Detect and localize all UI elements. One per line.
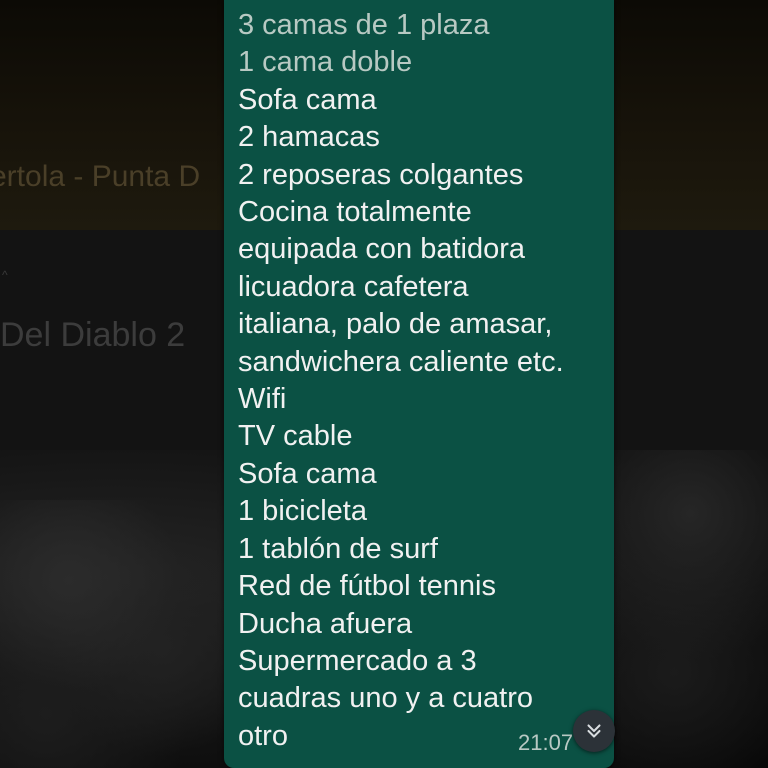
background-title: ertola - Punta D [0,160,201,193]
message-line: sandwichera caliente etc. [238,345,564,378]
message-line: otro [238,719,288,752]
background-trees [0,500,230,768]
message-line: Cocina totalmente [238,196,472,229]
caret-icon: ^ [2,268,8,282]
message-bubble[interactable]: 3 camas de 1 plaza 1 cama doble Sofa cam… [224,0,614,768]
message-line: equipada con batidora [238,233,526,266]
message-timestamp: 21:07 [518,730,574,755]
message-line: Red de fútbol tennis [238,570,496,603]
message-line: 1 cama doble [238,46,413,79]
chevron-double-down-icon [587,724,601,738]
screen: ertola - Punta D ^ Del Diablo 2 3 camas … [0,0,768,768]
message-line: Sofa cama [238,83,377,116]
message-text: 3 camas de 1 plaza 1 cama doble Sofa cam… [238,7,564,755]
message-line: 2 reposeras colgantes [238,158,524,191]
message-line: Wifi [238,383,287,416]
background-trees-right [612,450,768,768]
message-line: licuadora cafetera [238,270,469,303]
message-line: Sofa cama [238,457,377,490]
scroll-to-bottom-button[interactable] [573,710,615,752]
message-line: 1 bicicleta [238,495,367,528]
message-line: italiana, palo de amasar, [238,308,553,341]
message-line: Supermercado a 3 [238,644,477,677]
message-line: 3 camas de 1 plaza [238,9,490,41]
message-line: Ducha afuera [238,607,413,640]
message-line: cuadras uno y a cuatro [238,682,534,715]
message-line: 1 tablón de surf [238,532,438,565]
background-subtitle: Del Diablo 2 [0,316,186,354]
message-line: TV cable [238,420,353,453]
message-line: 2 hamacas [238,121,380,154]
